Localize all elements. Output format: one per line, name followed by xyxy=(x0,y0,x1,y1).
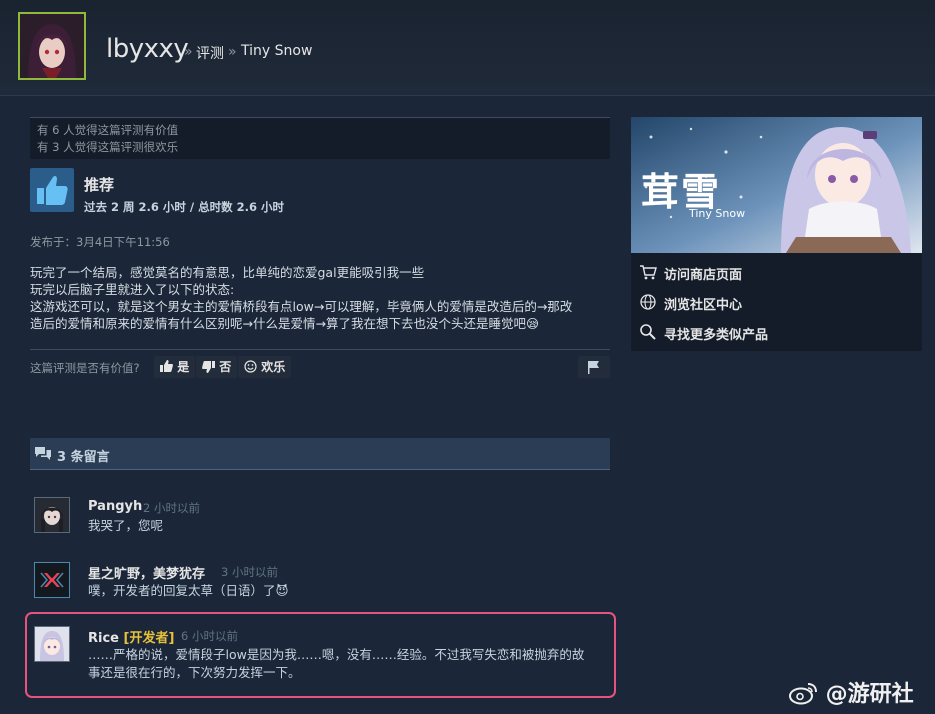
comment-avatar[interactable] xyxy=(34,562,70,598)
breadcrumb-separator: » xyxy=(184,44,193,60)
search-icon xyxy=(640,324,656,340)
thumbs-down-icon xyxy=(202,361,215,373)
vote-no-label: 否 xyxy=(219,360,232,374)
review-body: 玩完了一个结局，感觉莫名的有意思，比单纯的恋爱gal更能吸引我一些 玩完以后脑子… xyxy=(30,264,610,332)
helpful-question: 这篇评测是否有价值? xyxy=(30,361,140,375)
username[interactable]: lbyxxy xyxy=(106,34,189,64)
review-rating-summary: 有 6 人觉得这篇评测有价值 有 3 人觉得这篇评测很欢乐 xyxy=(30,117,610,159)
review-line: 造后的爱情和原来的爱情有什么区别呢→什么是爱情→算了我在想下去也没个头还是睡觉吧… xyxy=(30,316,539,331)
breadcrumb-game-link[interactable]: Tiny Snow xyxy=(241,43,312,59)
watermark: @游研社 xyxy=(788,676,914,708)
helpful-count: 有 6 人觉得这篇评测有价值 xyxy=(37,123,179,137)
vote-yes-button[interactable]: 是 xyxy=(154,356,196,378)
breadcrumb-reviews-link[interactable]: 评测 xyxy=(196,43,224,63)
developer-tag: [开发者] xyxy=(123,631,175,646)
comment-author-line: Rice [开发者] xyxy=(88,627,174,646)
review-line: 玩完以后脑子里就进入了以下的状态: xyxy=(30,282,235,297)
thumbs-up-icon xyxy=(160,360,173,372)
comment-text: ……严格的说，爱情段子low是因为我……嗯，没有……经验。不过我写失恋和被抛弃的… xyxy=(88,646,584,682)
flag-icon xyxy=(588,361,599,374)
comment-time: 3 小时以前 xyxy=(221,565,278,579)
review-line: 这游戏还可以，就是这个男女主的爱情桥段有点low→可以理解，毕竟俩人的爱情是改造… xyxy=(30,299,573,314)
thumbs-up-icon xyxy=(30,168,74,212)
posted-date: 发布于：3月4日下午11:56 xyxy=(30,235,170,249)
profile-header: lbyxxy » 评测 » Tiny Snow xyxy=(0,0,935,96)
visit-store-link[interactable]: 访问商店页面 xyxy=(664,264,742,283)
community-hub-link[interactable]: 浏览社区中心 xyxy=(664,294,742,313)
smiley-icon xyxy=(244,360,257,373)
comments-header: 3 条留言 xyxy=(30,438,610,470)
speech-bubbles-icon xyxy=(35,447,51,460)
comments-count: 3 条留言 xyxy=(57,450,110,465)
comment-avatar[interactable] xyxy=(34,497,70,533)
divider xyxy=(30,349,610,350)
comment-author[interactable]: 星之旷野，美梦犹存 xyxy=(88,563,205,582)
vote-no-button[interactable]: 否 xyxy=(196,356,238,378)
cart-icon xyxy=(640,265,657,280)
report-button[interactable] xyxy=(578,356,610,378)
playtime: 过去 2 周 2.6 小时 / 总时数 2.6 小时 xyxy=(84,200,284,214)
find-similar-link[interactable]: 寻找更多类似产品 xyxy=(664,324,768,343)
globe-icon xyxy=(640,294,656,310)
comment-text: 我哭了，您呢 xyxy=(88,518,164,533)
comment-time: 6 小时以前 xyxy=(181,629,238,643)
funny-count: 有 3 人觉得这篇评测很欢乐 xyxy=(37,140,179,154)
user-avatar[interactable] xyxy=(18,12,86,80)
review-verdict: 推荐 xyxy=(84,176,115,194)
comment-avatar[interactable] xyxy=(34,626,70,662)
vote-funny-label: 欢乐 xyxy=(261,360,286,374)
comment-author[interactable]: Pangyh xyxy=(88,499,142,514)
vote-yes-label: 是 xyxy=(177,360,190,374)
game-banner[interactable]: 茸雪 Tiny Snow xyxy=(631,117,922,253)
vote-funny-button[interactable]: 欢乐 xyxy=(238,356,292,378)
comment-text-line: 事还是很在行的，下次努力发挥一下。 xyxy=(88,665,301,680)
comment-text: 噗，开发者的回复太草（日语）了😈 xyxy=(88,583,289,598)
weibo-icon xyxy=(789,683,817,705)
review-line: 玩完了一个结局，感觉莫名的有意思，比单纯的恋爱gal更能吸引我一些 xyxy=(30,265,425,280)
comment-text-line: ……严格的说，爱情段子low是因为我……嗯，没有……经验。不过我写失恋和被抛弃的… xyxy=(88,647,585,662)
comment-time: 2 小时以前 xyxy=(143,501,200,515)
comment-author[interactable]: Rice xyxy=(88,631,119,646)
banner-subtitle: Tiny Snow xyxy=(689,207,746,220)
breadcrumb-separator: » xyxy=(228,44,237,60)
sidebar-links: 访问商店页面 浏览社区中心 寻找更多类似产品 xyxy=(631,253,922,351)
watermark-text: @游研社 xyxy=(825,682,914,707)
